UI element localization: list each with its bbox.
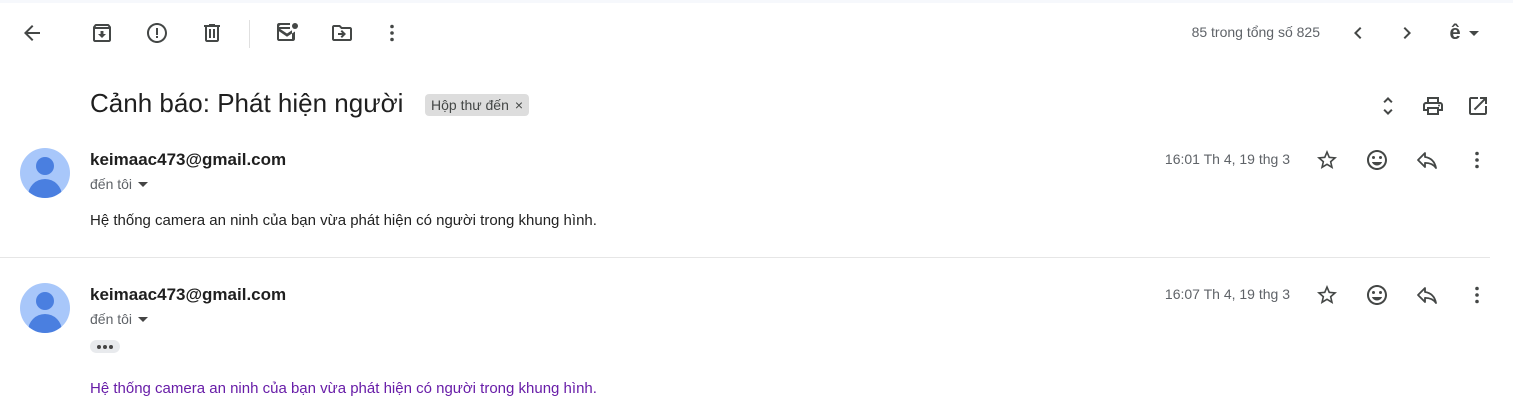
star-button[interactable] xyxy=(1307,275,1347,315)
print-button[interactable] xyxy=(1413,86,1453,126)
trash-icon xyxy=(204,24,220,42)
back-button[interactable] xyxy=(12,13,52,53)
archive-icon xyxy=(93,24,111,42)
star-icon xyxy=(1317,150,1337,169)
more-vert-icon xyxy=(1475,151,1479,169)
show-details-icon[interactable] xyxy=(138,316,149,322)
report-spam-button[interactable] xyxy=(137,13,177,53)
emoji-icon xyxy=(1367,285,1387,305)
recipient-line: đến tôi xyxy=(90,311,149,327)
chevron-down-icon xyxy=(1468,30,1479,36)
sender-avatar xyxy=(20,148,70,198)
expand-all-button[interactable] xyxy=(1368,86,1408,126)
add-reaction-button[interactable] xyxy=(1357,140,1397,180)
reply-button[interactable] xyxy=(1407,140,1447,180)
more-vert-icon xyxy=(1475,286,1479,304)
mark-unread-icon xyxy=(277,23,298,41)
arrow-back-icon xyxy=(24,25,40,41)
message-more-button[interactable] xyxy=(1457,140,1497,180)
remove-label-icon[interactable]: × xyxy=(515,97,523,113)
label-chip-text: Hộp thư đến xyxy=(431,97,509,113)
show-details-icon[interactable] xyxy=(138,181,149,187)
recipient-line: đến tôi xyxy=(90,176,149,192)
recipient-text: đến tôi xyxy=(90,311,133,327)
star-button[interactable] xyxy=(1307,140,1347,180)
open-new-window-button[interactable] xyxy=(1458,86,1498,126)
toolbar-divider xyxy=(249,20,250,48)
input-tools-button[interactable]: ê xyxy=(1438,13,1490,53)
message-time: 16:07 Th 4, 19 thg 3 xyxy=(1164,286,1290,302)
open-in-new-icon xyxy=(1469,97,1487,115)
label-chip-inbox[interactable]: Hộp thư đến × xyxy=(425,94,530,116)
ellipsis-dot xyxy=(109,344,113,349)
message-body: Hệ thống camera an ninh của bạn vừa phát… xyxy=(90,380,597,397)
input-tools-glyph: ê xyxy=(1449,21,1461,44)
archive-button[interactable] xyxy=(82,13,122,53)
unfold-more-icon xyxy=(1383,97,1393,115)
ellipsis-dot xyxy=(97,344,101,349)
star-icon xyxy=(1317,285,1337,304)
message-body: Hệ thống camera an ninh của bạn vừa phát… xyxy=(90,212,597,229)
ellipsis-dot xyxy=(103,344,107,349)
chevron-right-icon xyxy=(1403,27,1411,39)
more-options-button[interactable] xyxy=(372,13,412,53)
top-edge xyxy=(0,0,1513,3)
message-divider xyxy=(0,257,1490,258)
move-to-folder-icon xyxy=(332,25,352,41)
move-to-button[interactable] xyxy=(322,13,362,53)
pager-count: 85 trong tổng số 825 xyxy=(1191,24,1320,40)
older-button[interactable] xyxy=(1387,13,1427,53)
thread-subject: Cảnh báo: Phát hiện người xyxy=(90,88,404,118)
mark-unread-button[interactable] xyxy=(267,13,307,53)
reply-icon xyxy=(1417,287,1437,304)
sender-avatar xyxy=(20,283,70,333)
show-trimmed-content-button[interactable] xyxy=(90,340,120,353)
newer-button[interactable] xyxy=(1338,13,1378,53)
add-reaction-button[interactable] xyxy=(1357,275,1397,315)
sender-email[interactable]: keimaac473@gmail.com xyxy=(90,285,286,305)
print-icon xyxy=(1423,97,1443,115)
more-vert-icon xyxy=(390,24,394,42)
emoji-icon xyxy=(1367,150,1387,170)
sender-email[interactable]: keimaac473@gmail.com xyxy=(90,150,286,170)
message-more-button[interactable] xyxy=(1457,275,1497,315)
message-time: 16:01 Th 4, 19 thg 3 xyxy=(1164,151,1290,167)
recipient-text: đến tôi xyxy=(90,176,133,192)
chevron-left-icon xyxy=(1354,27,1362,39)
reply-button[interactable] xyxy=(1407,275,1447,315)
report-icon xyxy=(147,23,167,43)
delete-button[interactable] xyxy=(192,13,232,53)
reply-icon xyxy=(1417,152,1437,169)
